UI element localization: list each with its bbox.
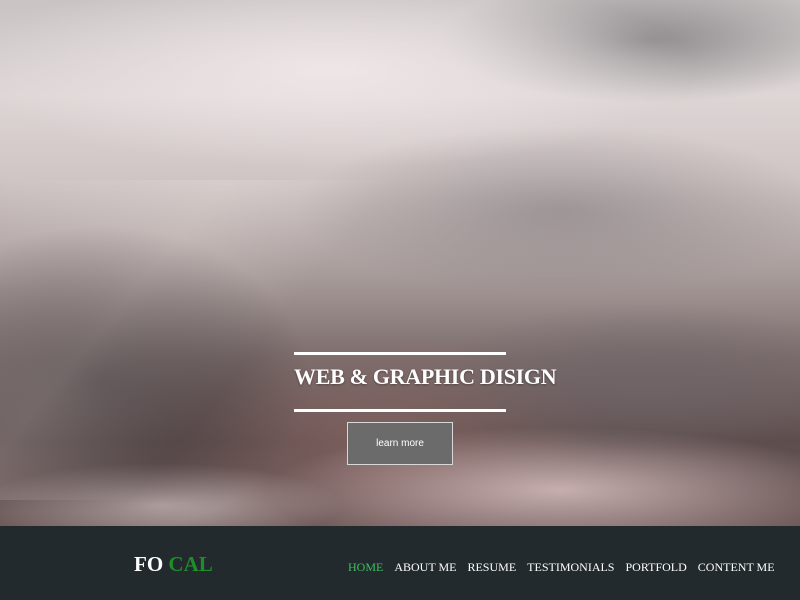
logo-part-2: CAL	[168, 552, 213, 576]
nav-resume[interactable]: RESUME	[467, 559, 516, 575]
main-nav: HOME ABOUT ME RESUME TESTIMONIALS PORTFO…	[348, 559, 775, 575]
nav-home[interactable]: HOME	[348, 559, 383, 575]
site-logo[interactable]: FO CAL	[134, 551, 213, 577]
hero-tagline: WEB & GRAPHIC DISIGN	[294, 364, 557, 389]
nav-about-me[interactable]: ABOUT ME	[394, 559, 456, 575]
logo-part-1: FO	[134, 552, 164, 576]
nav-content-me[interactable]: CONTENT ME	[698, 559, 775, 575]
nav-testimonials[interactable]: TESTIMONIALS	[527, 559, 614, 575]
tagline-rule-bottom	[294, 409, 506, 412]
hero-banner: WEB & GRAPHIC DISIGN learn more	[0, 0, 800, 526]
learn-more-button[interactable]: learn more	[347, 422, 453, 465]
tagline-rule-top	[294, 352, 506, 355]
nav-portfold[interactable]: PORTFOLD	[625, 559, 686, 575]
